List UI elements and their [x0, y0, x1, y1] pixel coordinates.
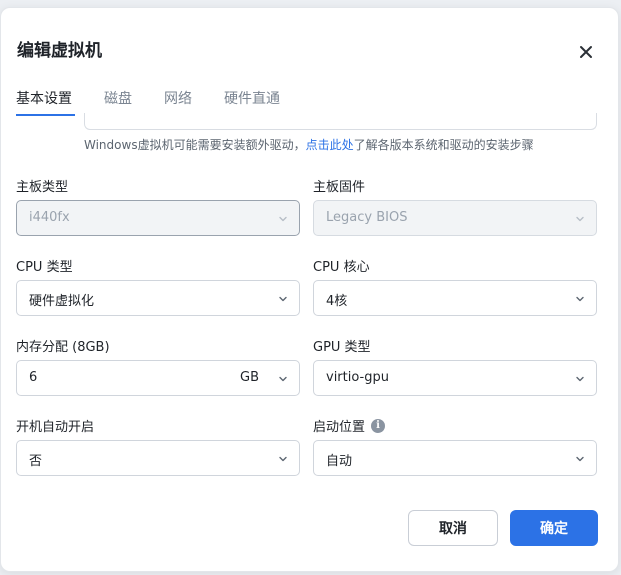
boot-position-value: 自动 [326, 454, 353, 469]
chevron-down-icon [279, 376, 287, 382]
hint-prefix: Windows虚拟机可能需要安装额外驱动， [84, 138, 306, 152]
memory-value: 6 [29, 370, 38, 385]
chevron-down-icon [576, 376, 584, 382]
dialog-title: 编辑虚拟机 [17, 41, 102, 61]
memory-select[interactable]: 6 GB [16, 360, 300, 396]
motherboard-type-value: i440fx [29, 210, 70, 225]
hint-link[interactable]: 点击此处 [306, 138, 354, 152]
chevron-down-icon [279, 296, 287, 302]
boot-position-label: 启动位置 i [313, 416, 386, 435]
close-icon [580, 46, 592, 58]
active-tab-indicator [16, 114, 75, 116]
chevron-down-icon [576, 216, 584, 222]
info-icon[interactable]: i [371, 418, 386, 433]
motherboard-firmware-value: Legacy BIOS [326, 210, 408, 225]
cpu-type-select[interactable]: 硬件虚拟化 [16, 280, 300, 316]
motherboard-firmware-select: Legacy BIOS [313, 200, 597, 236]
cpu-cores-select[interactable]: 4核 [313, 280, 597, 316]
autostart-select[interactable]: 否 [16, 440, 300, 476]
gpu-type-value: virtio-gpu [326, 370, 389, 385]
cancel-button[interactable]: 取消 [408, 510, 498, 546]
scrolled-textarea-edge [84, 113, 597, 130]
cpu-cores-value: 4核 [326, 294, 348, 309]
gpu-type-label: GPU 类型 [313, 340, 371, 355]
memory-unit: GB [240, 370, 259, 385]
autostart-label: 开机自动开启 [16, 420, 95, 435]
motherboard-type-select: i440fx [16, 200, 300, 236]
boot-position-select[interactable]: 自动 [313, 440, 597, 476]
cpu-cores-label: CPU 核心 [313, 260, 370, 275]
chevron-down-icon [279, 456, 287, 462]
motherboard-type-label: 主板类型 [16, 180, 69, 195]
tab-basic-settings[interactable]: 基本设置 [16, 88, 72, 108]
tab-disk[interactable]: 磁盘 [104, 88, 132, 108]
driver-hint: Windows虚拟机可能需要安装额外驱动，点击此处了解各版本系统和驱动的安装步骤 [84, 136, 534, 153]
hint-suffix: 了解各版本系统和驱动的安装步骤 [353, 138, 534, 152]
close-button[interactable] [572, 38, 600, 66]
memory-label: 内存分配 (8GB) [16, 340, 110, 355]
confirm-button[interactable]: 确定 [510, 510, 598, 546]
cpu-type-value: 硬件虚拟化 [29, 294, 95, 309]
motherboard-firmware-label: 主板固件 [313, 180, 366, 195]
cpu-type-label: CPU 类型 [16, 260, 73, 275]
tab-hardware-passthrough[interactable]: 硬件直通 [224, 88, 280, 108]
autostart-value: 否 [29, 454, 43, 469]
tab-network[interactable]: 网络 [164, 88, 192, 108]
chevron-down-icon [279, 216, 287, 222]
gpu-type-select[interactable]: virtio-gpu [313, 360, 597, 396]
chevron-down-icon [576, 296, 584, 302]
chevron-down-icon [576, 456, 584, 462]
